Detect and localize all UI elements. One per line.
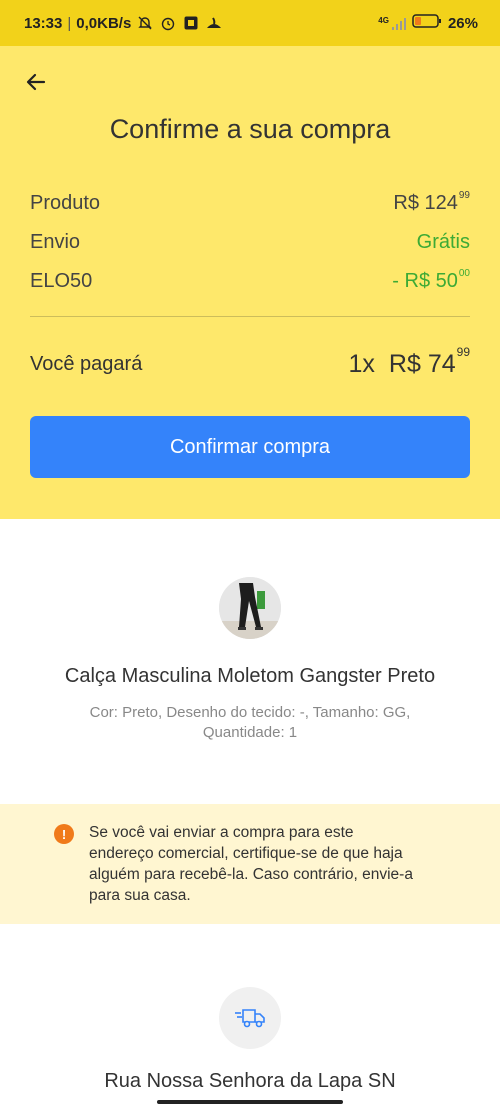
product-price: R$ 12499 (393, 190, 470, 215)
app-notification-icon (182, 14, 200, 32)
status-left: 13:33 | 0,0KB/s (24, 14, 223, 32)
total-quantity: 1x (348, 349, 375, 378)
pants-icon (219, 577, 281, 639)
total-label: Você pagará (30, 352, 143, 375)
total-value-cents: 99 (456, 345, 470, 360)
signal-icon: 4G (378, 16, 406, 30)
back-arrow-icon[interactable] (22, 68, 50, 96)
status-right: 4G 26% (378, 14, 478, 32)
summary-divider (30, 316, 470, 317)
coupon-discount: - R$ 5000 (392, 268, 470, 293)
battery-level: 26% (447, 14, 478, 32)
status-speed: 0,0KB/s (76, 14, 132, 32)
summary-row-coupon: ELO50 - R$ 5000 (30, 262, 470, 301)
coupon-label: ELO50 (30, 270, 93, 292)
product-label: Produto (30, 192, 101, 214)
alarm-icon (159, 14, 177, 32)
warning-icon: ! (54, 824, 74, 844)
santander-icon (205, 14, 223, 32)
summary-row-product: Produto R$ 12499 (30, 184, 470, 223)
product-price-main: R$ 124 (393, 192, 458, 214)
mute-bell-icon (136, 14, 154, 32)
shipping-address: Rua Nossa Senhora da Lapa SN (104, 1070, 396, 1092)
delivery-truck-icon (219, 987, 281, 1049)
product-price-cents: 99 (458, 190, 470, 202)
price-summary: Produto R$ 12499 Envio Grátis ELO50 - R$… (30, 184, 470, 301)
total-value-main: R$ 74 (388, 349, 456, 378)
product-attributes: Cor: Preto, Desenho do tecido: -, Tamanh… (89, 704, 411, 741)
status-bar: 13:33 | 0,0KB/s 4G 26% (0, 0, 500, 46)
checkout-summary-panel: Confirme a sua compra Produto R$ 12499 E… (0, 46, 500, 519)
battery-icon (412, 14, 442, 32)
page-title: Confirme a sua compra (109, 114, 391, 144)
status-separator: | (67, 14, 72, 32)
business-address-notice: ! Se você vai enviar a compra para este … (0, 804, 500, 924)
total-row: Você pagará 1x R$ 7499 (30, 344, 470, 384)
shipping-value: Grátis (416, 231, 470, 253)
coupon-main: - R$ 50 (392, 270, 458, 292)
notice-text: Se você vai enviar a compra para este en… (89, 824, 413, 904)
status-time: 13:33 (24, 14, 63, 32)
total-value: 1x R$ 7499 (348, 345, 470, 379)
confirm-purchase-button[interactable]: Confirmar compra (30, 416, 470, 478)
summary-row-shipping: Envio Grátis (30, 223, 470, 262)
product-title: Calça Masculina Moletom Gangster Preto (64, 665, 436, 687)
product-thumbnail (219, 577, 281, 639)
shipping-label: Envio (30, 231, 81, 253)
coupon-cents: 00 (458, 268, 470, 280)
product-section: Calça Masculina Moletom Gangster Preto C… (0, 519, 500, 804)
network-type: 4G (378, 16, 389, 25)
home-indicator[interactable] (157, 1100, 343, 1104)
